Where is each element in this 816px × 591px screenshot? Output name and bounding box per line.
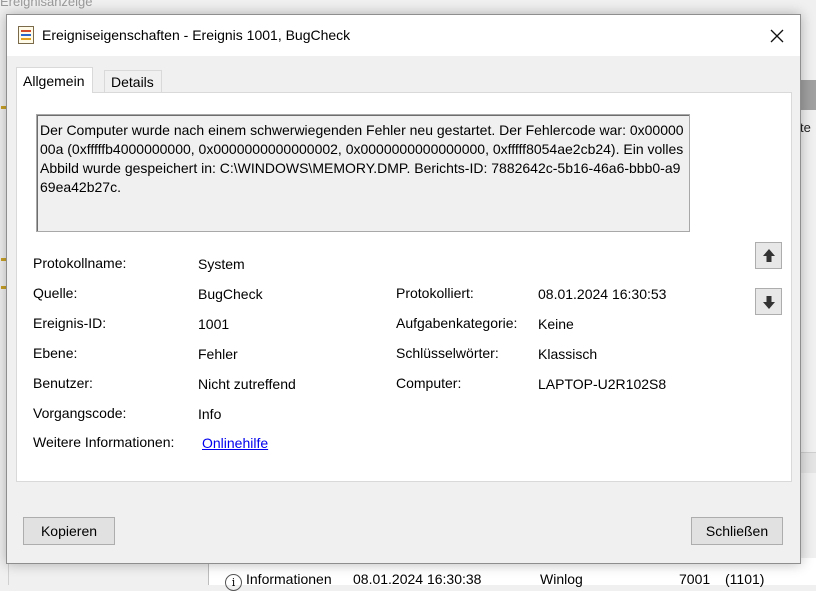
value-ebene[interactable]: Fehler xyxy=(198,346,238,362)
previous-event-button[interactable] xyxy=(755,242,782,269)
label-schluesselwoerter: Schlüsselwörter: xyxy=(396,345,499,361)
value-protokollname[interactable]: System xyxy=(198,256,245,272)
label-ebene: Ebene: xyxy=(33,345,78,361)
general-tab-panel: Der Computer wurde nach einem schwerwieg… xyxy=(16,92,792,482)
background-right-panel xyxy=(799,80,816,110)
arrow-up-icon xyxy=(763,249,775,262)
event-description[interactable]: Der Computer wurde nach einem schwerwieg… xyxy=(36,114,690,232)
background-right-text: te xyxy=(800,120,811,135)
value-benutzer[interactable]: Nicht zutreffend xyxy=(198,376,296,392)
arrow-down-icon xyxy=(763,296,775,309)
label-computer: Computer: xyxy=(396,375,462,391)
value-aufgabenkategorie[interactable]: Keine xyxy=(538,316,574,332)
close-dialog-button[interactable]: Schließen xyxy=(691,517,783,545)
label-benutzer: Benutzer: xyxy=(33,375,93,391)
background-app-title: Ereignisanzeige xyxy=(0,0,93,9)
tab-details[interactable]: Details xyxy=(104,70,162,92)
background-right-divider xyxy=(799,452,816,473)
value-computer[interactable]: LAPTOP-U2R102S8 xyxy=(538,376,666,392)
event-properties-dialog: Ereigniseigenschaften - Ereignis 1001, B… xyxy=(6,14,801,564)
value-protokolliert[interactable]: 08.01.2024 16:30:53 xyxy=(538,286,666,302)
onlinehilfe-link[interactable]: Onlinehilfe xyxy=(202,435,268,451)
label-aufgabenkategorie: Aufgabenkategorie: xyxy=(396,315,518,331)
value-quelle[interactable]: BugCheck xyxy=(198,286,263,302)
close-icon xyxy=(770,29,784,43)
label-weitere-informationen: Weitere Informationen: xyxy=(33,434,175,450)
dialog-title: Ereigniseigenschaften - Ereignis 1001, B… xyxy=(42,27,351,43)
label-quelle: Quelle: xyxy=(33,285,78,301)
info-icon: i xyxy=(225,574,242,591)
value-vorgangscode[interactable]: Info xyxy=(198,406,221,422)
tab-allgemein[interactable]: Allgemein xyxy=(16,67,93,93)
value-schluesselwoerter[interactable]: Klassisch xyxy=(538,346,597,362)
dialog-titlebar[interactable]: Ereigniseigenschaften - Ereignis 1001, B… xyxy=(7,15,800,56)
value-ereignis-id[interactable]: 1001 xyxy=(198,316,229,332)
background-event-row[interactable]: i Informationen 08.01.2024 16:30:38 Winlo… xyxy=(225,571,764,591)
label-protokollname: Protokollname: xyxy=(33,255,127,271)
label-vorgangscode: Vorgangscode: xyxy=(33,405,127,421)
next-event-button[interactable] xyxy=(755,288,782,315)
label-ereignis-id: Ereignis-ID: xyxy=(33,315,107,331)
label-protokolliert: Protokolliert: xyxy=(396,285,474,301)
copy-button[interactable]: Kopieren xyxy=(23,517,115,545)
event-viewer-icon xyxy=(18,26,34,44)
close-button[interactable] xyxy=(754,15,800,56)
